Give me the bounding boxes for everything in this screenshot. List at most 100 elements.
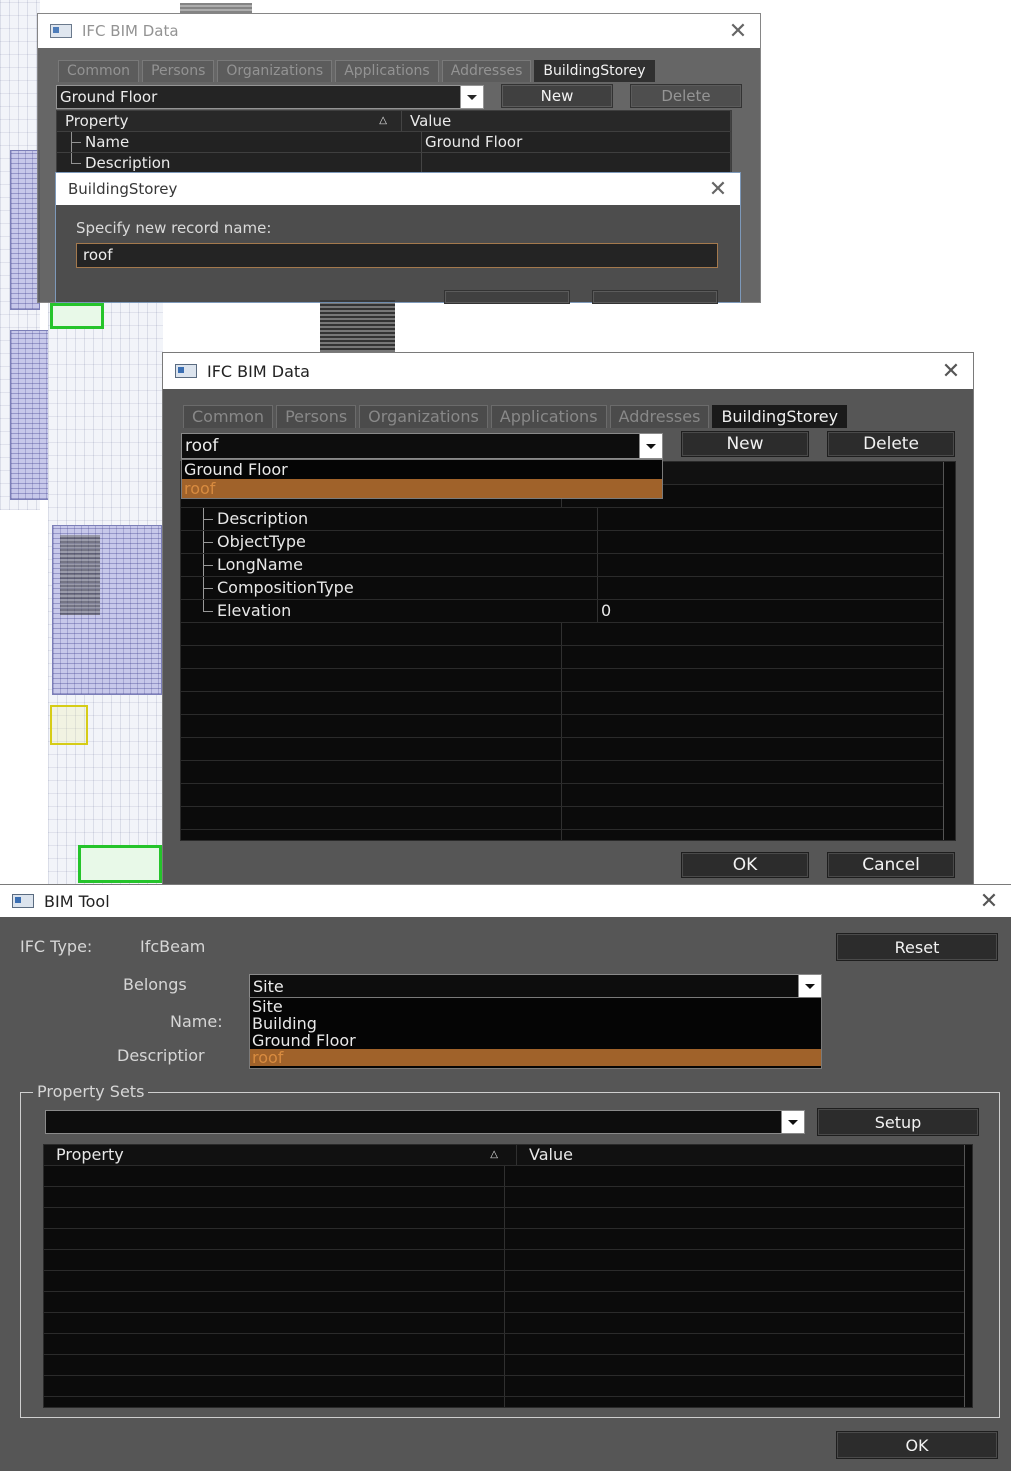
property-cell: ObjectType (181, 531, 598, 553)
cad-drawing-top (180, 3, 252, 13)
value-column-header[interactable]: Value (517, 1145, 972, 1165)
storey-select[interactable]: Ground Floor (56, 85, 484, 109)
table-row[interactable] (181, 761, 955, 784)
dropdown-option-ground-floor[interactable]: Ground Floor (182, 460, 662, 479)
table-row[interactable]: LongName (181, 554, 955, 577)
value-cell[interactable]: 0 (598, 600, 955, 622)
tab-common[interactable]: Common (58, 60, 140, 82)
ok-button[interactable]: OK (836, 1431, 998, 1459)
value-cell[interactable] (422, 153, 731, 173)
tab-applications[interactable]: Applications (335, 60, 439, 82)
property-grid: Property △ Value Name Ground Floor Descr… (56, 110, 732, 174)
value-cell[interactable] (598, 554, 955, 576)
property-set-select[interactable] (45, 1110, 805, 1134)
storey-select[interactable]: roof (181, 433, 663, 459)
value-cell[interactable] (598, 508, 955, 530)
table-row[interactable] (181, 623, 955, 646)
dialog-prompt: Specify new record name: (76, 219, 272, 237)
dialog-ok-button[interactable] (444, 290, 570, 304)
table-row[interactable]: Description (57, 153, 731, 173)
window-title: BIM Tool (44, 891, 110, 911)
table-row[interactable] (44, 1376, 972, 1397)
value-cell[interactable]: Ground Floor (422, 132, 731, 152)
cad-yellow-block (50, 705, 88, 745)
tab-organizations[interactable]: Organizations (359, 405, 488, 428)
window-title-bar: IFC BIM Data ✕ (38, 14, 760, 48)
table-row[interactable] (44, 1355, 972, 1376)
table-row[interactable] (181, 830, 955, 840)
chevron-down-icon[interactable] (460, 86, 483, 108)
tab-addresses[interactable]: Addresses (441, 60, 532, 82)
cancel-button[interactable]: Cancel (827, 852, 955, 878)
ifc-bim-data-window: IFC BIM Data ✕ Common Persons Organizati… (163, 353, 973, 885)
tab-persons[interactable]: Persons (142, 60, 215, 82)
table-row[interactable] (181, 807, 955, 830)
tab-buildingstorey[interactable]: BuildingStorey (712, 405, 848, 428)
chevron-down-icon[interactable] (781, 1111, 804, 1133)
new-button[interactable]: New (681, 431, 809, 457)
table-row[interactable] (44, 1208, 972, 1229)
table-row[interactable]: CompositionType (181, 577, 955, 600)
table-row[interactable] (44, 1397, 972, 1407)
table-row[interactable]: Name Ground Floor (57, 132, 731, 153)
close-icon[interactable]: ✕ (716, 19, 760, 44)
table-row[interactable]: Description (181, 508, 955, 531)
reset-button[interactable]: Reset (836, 933, 998, 961)
table-row[interactable] (44, 1292, 972, 1313)
belongs-select[interactable]: Site (249, 974, 822, 998)
grid-scrollbar[interactable] (943, 462, 955, 840)
table-row[interactable] (181, 784, 955, 807)
cad-green-block (78, 845, 162, 883)
dropdown-option-building[interactable]: Building (250, 1015, 821, 1032)
grid-scrollbar[interactable] (964, 1145, 972, 1407)
table-row[interactable] (181, 646, 955, 669)
chevron-down-icon[interactable] (639, 434, 662, 458)
property-column-header[interactable]: Property △ (57, 111, 402, 131)
tab-applications[interactable]: Applications (490, 405, 607, 428)
tab-organizations[interactable]: Organizations (217, 60, 333, 82)
storey-select-value: Ground Floor (60, 88, 158, 106)
table-row[interactable] (44, 1334, 972, 1355)
table-row[interactable] (44, 1166, 972, 1187)
table-row[interactable] (181, 669, 955, 692)
table-row[interactable] (44, 1271, 972, 1292)
table-row[interactable] (44, 1313, 972, 1334)
table-row[interactable] (44, 1187, 972, 1208)
property-column-header[interactable]: Property △ (44, 1145, 517, 1165)
table-row[interactable] (181, 738, 955, 761)
tab-addresses[interactable]: Addresses (609, 405, 710, 428)
close-icon[interactable]: ✕ (967, 889, 1011, 914)
delete-button[interactable]: Delete (630, 84, 742, 108)
table-row[interactable]: ObjectType (181, 531, 955, 554)
new-button[interactable]: New (501, 84, 613, 108)
ok-button[interactable]: OK (681, 852, 809, 878)
table-row[interactable]: Elevation 0 (181, 600, 955, 623)
chevron-down-icon[interactable] (798, 975, 821, 997)
dropdown-option-roof[interactable]: roof (250, 1049, 821, 1066)
value-cell[interactable] (598, 577, 955, 599)
close-icon[interactable]: ✕ (696, 177, 740, 202)
storey-dropdown-list: Ground Floor roof (181, 459, 663, 499)
tab-common[interactable]: Common (183, 405, 274, 428)
belongs-dropdown-list: Site Building Ground Floor roof (249, 997, 822, 1069)
table-row[interactable] (181, 715, 955, 738)
record-name-input[interactable]: roof (76, 243, 718, 268)
setup-button[interactable]: Setup (817, 1108, 979, 1136)
dialog-title: BuildingStorey (68, 180, 178, 198)
table-row[interactable] (44, 1229, 972, 1250)
dropdown-option-roof[interactable]: roof (182, 479, 662, 498)
dropdown-option-site[interactable]: Site (250, 998, 821, 1015)
cad-crane-drawing (320, 300, 395, 354)
bim-tool-window: BIM Tool ✕ IFC Type: IfcBeam Reset Belon… (0, 885, 1011, 1471)
value-cell[interactable] (598, 531, 955, 553)
table-row[interactable] (181, 692, 955, 715)
delete-button[interactable]: Delete (827, 431, 955, 457)
dialog-cancel-button[interactable] (592, 290, 718, 304)
table-row[interactable] (44, 1250, 972, 1271)
dropdown-option-ground-floor[interactable]: Ground Floor (250, 1032, 821, 1049)
close-icon[interactable]: ✕ (929, 359, 973, 384)
tab-persons[interactable]: Persons (276, 405, 357, 428)
property-sets-group: Property Sets Setup Property △ Value (20, 1082, 1000, 1418)
tab-buildingstorey[interactable]: BuildingStorey (534, 60, 655, 82)
value-column-header[interactable]: Value (402, 111, 731, 131)
